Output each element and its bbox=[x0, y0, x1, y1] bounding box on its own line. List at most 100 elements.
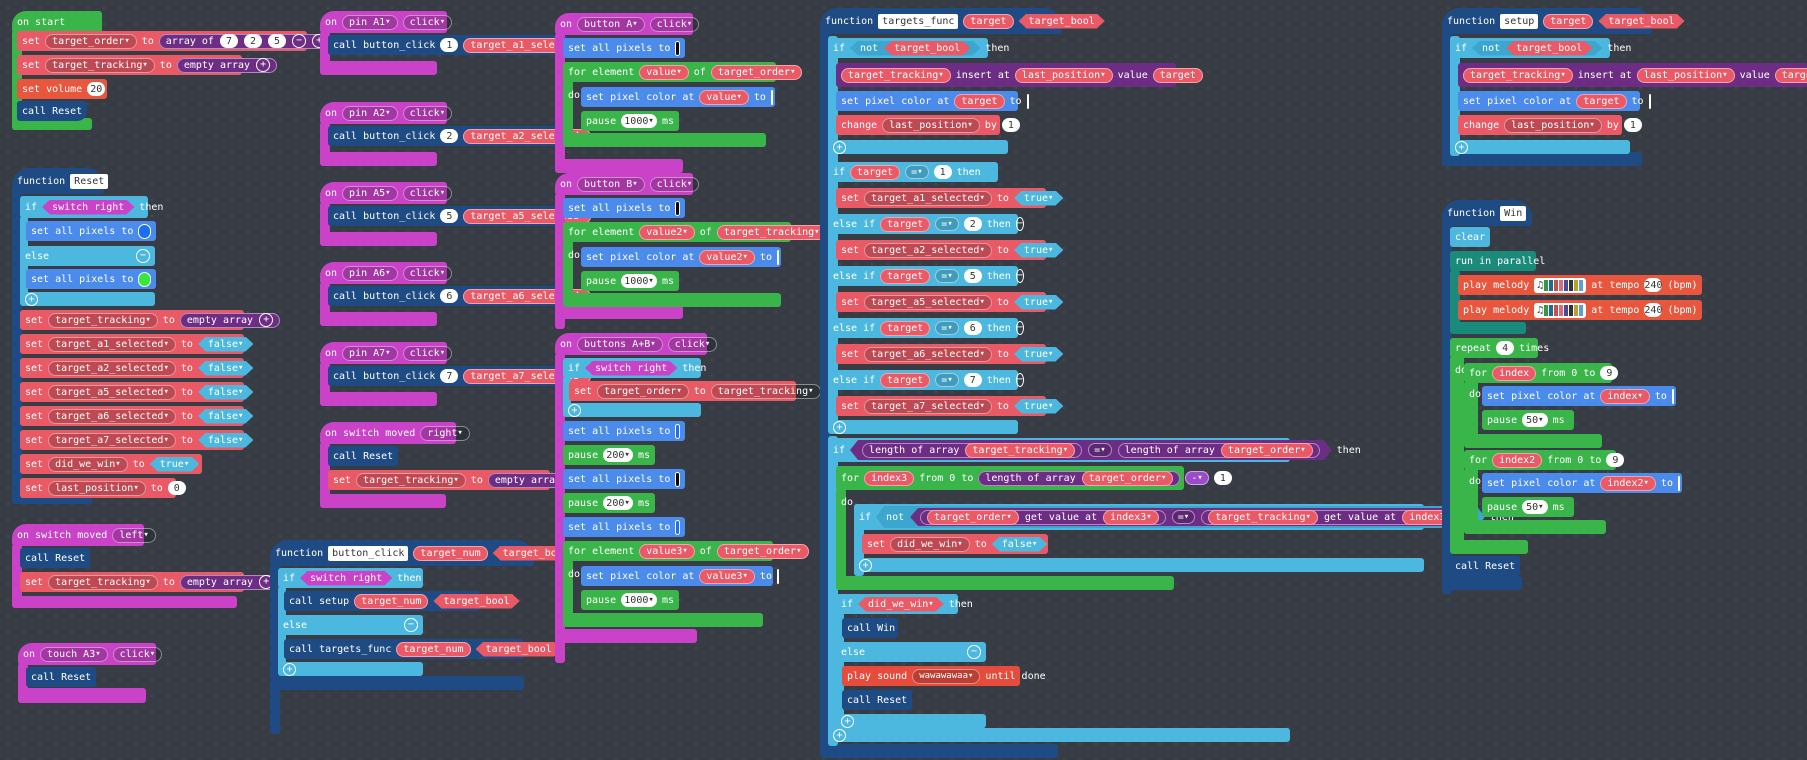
var-dropdown[interactable]: target_order bbox=[1221, 443, 1313, 458]
set-did-we-win-false[interactable]: set did_we_win to false bbox=[862, 534, 1048, 554]
call-reset[interactable]: call Reset bbox=[17, 101, 87, 121]
insert-at-block[interactable]: target_tracking insert at last_position … bbox=[836, 63, 1203, 87]
melody-editor[interactable]: ♫ bbox=[1534, 302, 1587, 318]
num-input[interactable]: 1 bbox=[1623, 118, 1642, 132]
pin-hat[interactable]: on pin A6 click bbox=[320, 262, 453, 284]
var-dropdown[interactable]: target_order bbox=[927, 510, 1019, 525]
not-condition[interactable]: not target_bool bbox=[1472, 41, 1602, 56]
set-all-pixels-blue[interactable]: set all pixels to bbox=[563, 421, 685, 441]
change-last-position[interactable]: change last_position by 1 bbox=[836, 115, 1020, 135]
set-a7-true[interactable]: set target_a7_selected to true bbox=[836, 396, 1046, 416]
pin-dropdown[interactable]: pin A5 bbox=[342, 185, 398, 201]
num-input[interactable]: 2 bbox=[244, 34, 263, 48]
param-target-bool[interactable]: target_bool bbox=[476, 642, 562, 657]
plus-icon[interactable]: + bbox=[259, 313, 274, 327]
call-reset[interactable]: call Reset bbox=[1450, 556, 1520, 576]
length-of-array[interactable]: length of array target_order bbox=[978, 470, 1181, 486]
num-input[interactable]: 7 bbox=[440, 369, 459, 383]
color-swatch-blue[interactable] bbox=[675, 519, 680, 535]
var-dropdown[interactable]: target_order bbox=[45, 33, 137, 49]
plus-icon[interactable]: + bbox=[859, 558, 872, 572]
param-target[interactable]: target bbox=[850, 164, 901, 180]
if-row[interactable]: if not target_bool then bbox=[828, 38, 1009, 58]
color-swatch-red[interactable] bbox=[776, 568, 779, 584]
boolean-dropdown[interactable]: true bbox=[1014, 399, 1064, 414]
set-target-tracking[interactable]: set target_tracking to empty array + bbox=[328, 470, 589, 490]
buttons-ab-hat[interactable]: on buttons A+B click bbox=[555, 333, 718, 355]
num-input[interactable]: 6 bbox=[963, 321, 982, 335]
var-dropdown[interactable]: target_tracking bbox=[965, 443, 1075, 458]
event-dropdown[interactable]: click bbox=[402, 105, 453, 121]
function-hat[interactable]: function button_click target_num target_… bbox=[270, 540, 534, 566]
param-target-bool[interactable]: target_bool bbox=[1598, 14, 1684, 29]
array-of-block[interactable]: array of 7 2 5 − + bbox=[158, 33, 334, 49]
param-target[interactable]: target bbox=[1543, 13, 1594, 29]
call-setup[interactable]: call setup target_num target_bool bbox=[284, 591, 480, 611]
repeat-loop[interactable]: repeat 4 times bbox=[1450, 338, 1549, 358]
var-dropdown[interactable]: target_order bbox=[597, 383, 689, 399]
for-index2-loop[interactable]: for index2 from 0 to 9 bbox=[1464, 450, 1625, 470]
param-target[interactable]: target bbox=[954, 93, 1005, 109]
pause-block[interactable]: pause 50 ms bbox=[1482, 497, 1574, 517]
var-dropdown[interactable]: target_tracking bbox=[356, 472, 466, 488]
var-dropdown[interactable]: did_we_win bbox=[858, 597, 944, 612]
plus-icon[interactable]: + bbox=[833, 728, 846, 742]
set-a2-true[interactable]: set target_a2_selected to true bbox=[836, 240, 1046, 260]
insert-at-block[interactable]: target_tracking insert at last_position … bbox=[1458, 63, 1807, 87]
pause-block[interactable]: pause 1000 ms bbox=[581, 590, 679, 610]
melody-editor[interactable]: ♫ bbox=[1534, 277, 1587, 293]
length-of-array[interactable]: length of array target_order bbox=[1118, 443, 1320, 458]
num-input[interactable]: 2 bbox=[963, 217, 982, 231]
var-dropdown[interactable]: target_order bbox=[716, 543, 809, 559]
compare-block[interactable]: target_order get value at index3 = targe… bbox=[910, 508, 1475, 526]
not-condition[interactable]: not target_bool bbox=[850, 41, 980, 56]
num-input[interactable]: 7 bbox=[219, 34, 238, 48]
else-if-target-eq-7[interactable]: else if target = 7 then − bbox=[828, 370, 1024, 390]
var-dropdown[interactable]: target_a5_selected bbox=[48, 384, 176, 400]
call-reset[interactable]: call Reset bbox=[26, 667, 96, 687]
param-target-bool[interactable]: target_bool bbox=[433, 594, 519, 609]
minus-icon[interactable]: − bbox=[1015, 373, 1024, 387]
color-swatch-blue[interactable] bbox=[138, 223, 151, 239]
plus-icon[interactable]: + bbox=[1455, 140, 1468, 154]
if-row[interactable]: if switch right then bbox=[278, 568, 423, 588]
var-dropdown[interactable]: index3 bbox=[1103, 510, 1159, 525]
set-all-pixels-green[interactable]: set all pixels to bbox=[26, 269, 156, 289]
if-row[interactable]: if switch right then bbox=[563, 358, 706, 378]
set-last-position[interactable]: set last_position to 0 bbox=[20, 478, 186, 498]
if-not-equal[interactable]: if not target_order get value at index3 … bbox=[854, 504, 1514, 530]
plus-icon[interactable]: + bbox=[256, 58, 271, 72]
var-dropdown[interactable]: target_a2_selected bbox=[864, 242, 992, 258]
call-button-click[interactable]: call button_click 5 target_a5_selected bbox=[328, 206, 592, 226]
var-dropdown[interactable]: index2 bbox=[1600, 475, 1656, 491]
call-button-click[interactable]: call button_click 1 target_a1_selected bbox=[328, 35, 592, 55]
param-target-num[interactable]: target_num bbox=[354, 593, 429, 609]
if-did-we-win[interactable]: if did_we_win then bbox=[836, 594, 973, 614]
compare-dropdown[interactable]: = bbox=[905, 165, 929, 179]
boolean-dropdown[interactable]: false bbox=[198, 361, 254, 376]
if-target-eq-1[interactable]: if target = 1 then bbox=[828, 162, 998, 182]
loop-var[interactable]: index2 bbox=[1492, 452, 1543, 468]
var-dropdown[interactable]: last_position bbox=[1504, 117, 1602, 133]
set-a6-true[interactable]: set target_a6_selected to true bbox=[836, 344, 1046, 364]
color-swatch-green[interactable] bbox=[138, 271, 151, 287]
var-dropdown[interactable]: value3 bbox=[639, 543, 695, 559]
var-dropdown[interactable]: target_order bbox=[710, 64, 803, 80]
call-reset[interactable]: call Reset bbox=[20, 548, 90, 568]
color-swatch-red[interactable] bbox=[770, 89, 773, 105]
compare-dropdown[interactable]: = bbox=[1088, 443, 1111, 457]
event-dropdown[interactable]: click bbox=[402, 345, 453, 361]
set-a5-selected[interactable]: set target_a5_selected to false bbox=[20, 382, 244, 402]
get-value-at[interactable]: target_tracking get value at index3 bbox=[1201, 510, 1465, 525]
param-target-num[interactable]: target_num bbox=[396, 641, 471, 657]
var-dropdown[interactable]: target_tracking bbox=[710, 383, 821, 399]
play-melody[interactable]: play melody ♫ at tempo 240 (bpm) bbox=[1458, 275, 1702, 295]
set-a2-selected[interactable]: set target_a2_selected to false bbox=[20, 358, 244, 378]
touch-a3-hat[interactable]: on touch A3 click bbox=[18, 643, 163, 665]
plus-icon[interactable]: + bbox=[833, 140, 846, 154]
num-input[interactable]: 9 bbox=[1600, 366, 1619, 380]
compare-dropdown[interactable]: = bbox=[935, 217, 959, 231]
var-dropdown[interactable]: value2 bbox=[639, 224, 695, 240]
for-element-loop[interactable]: for element value3 of target_order bbox=[563, 541, 809, 561]
call-button-click[interactable]: call button_click 7 target_a7_selected bbox=[328, 366, 592, 386]
